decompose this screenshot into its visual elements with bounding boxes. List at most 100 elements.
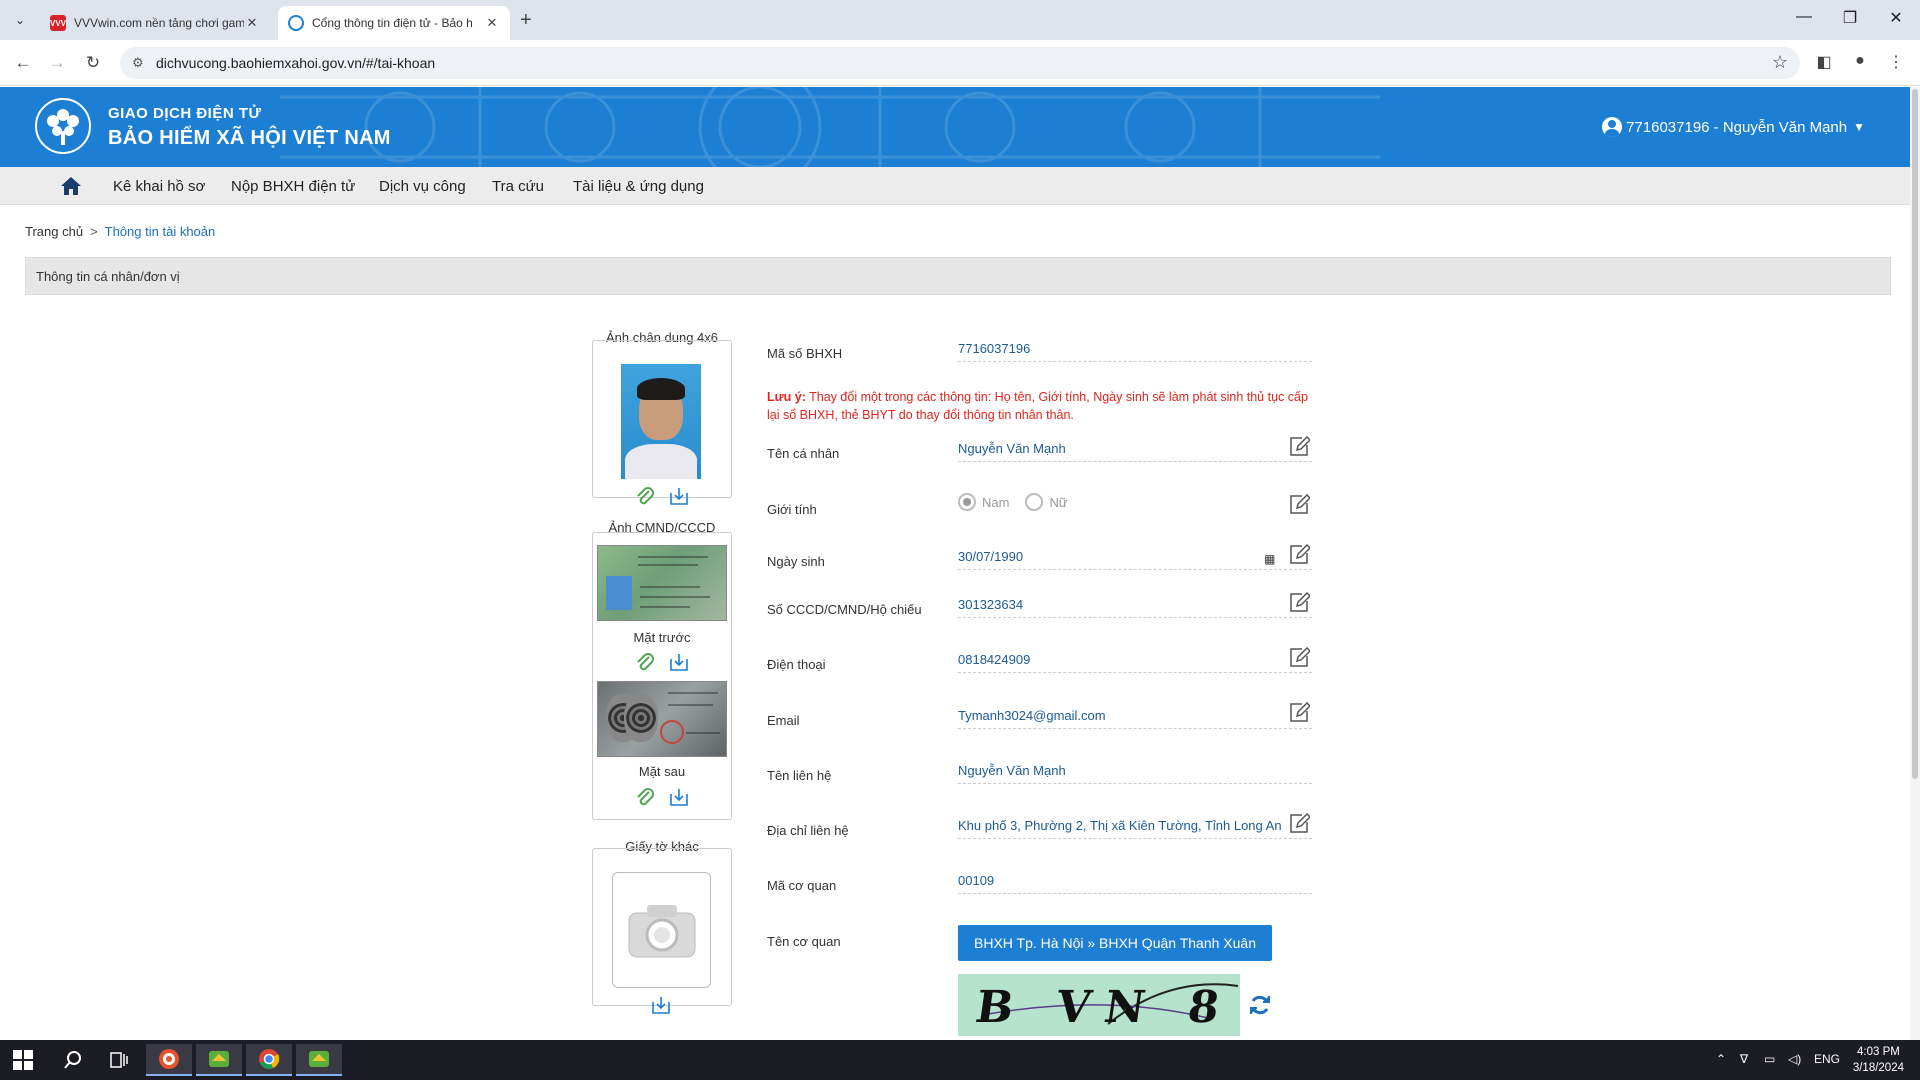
windows-start-icon[interactable] [0, 1044, 46, 1076]
app-green-2-icon[interactable] [296, 1044, 342, 1076]
scrollbar-thumb[interactable] [1912, 89, 1918, 779]
search-icon[interactable] [50, 1044, 96, 1076]
org-name-label: Tên cơ quan [767, 934, 841, 949]
chrome-icon[interactable] [246, 1044, 292, 1076]
attach-paperclip-icon[interactable] [634, 786, 656, 808]
breadcrumb-home-link[interactable]: Trang chủ [25, 224, 83, 239]
bhxh-number-value: 7716037196 [958, 338, 1312, 362]
chevron-down-icon: ▼ [1853, 120, 1865, 134]
back-arrow-icon[interactable]: ← [12, 52, 34, 74]
download-icon[interactable] [668, 651, 690, 673]
calendar-icon[interactable]: ▦ [1264, 552, 1275, 566]
gender-label: Giới tính [767, 502, 817, 517]
side-panel-icon[interactable]: ◧ [1812, 52, 1836, 72]
id-card-front-image [597, 545, 727, 621]
gender-male-label: Nam [982, 494, 1010, 510]
forward-arrow-icon[interactable]: → [46, 52, 68, 74]
browser-address-bar: ← → ↻ ⚙ dichvucong.baohiemxahoi.gov.vn/#… [0, 40, 1920, 86]
system-clock[interactable]: 4:03 PM 3/18/2024 [1853, 1044, 1904, 1076]
site-info-icon[interactable]: ⚙ [132, 55, 144, 71]
restore-window-icon[interactable]: ❐ [1830, 8, 1870, 28]
attach-paperclip-icon[interactable] [634, 485, 656, 507]
tray-app-icon[interactable]: ∇ [1740, 1052, 1748, 1066]
portrait-photo [621, 364, 701, 479]
contact-name-field[interactable]: Nguyễn Văn Mạnh [958, 760, 1312, 784]
main-navigation: Kê khai hồ sơ Nộp BHXH điện tử Dịch vụ c… [0, 167, 1920, 205]
drum-pattern-decoration [280, 87, 1380, 167]
phone-field[interactable]: 0818424909 [958, 649, 1312, 673]
edit-id-icon[interactable] [1288, 592, 1310, 614]
attach-paperclip-icon[interactable] [634, 651, 656, 673]
breadcrumb: Trang chủ > Thông tin tài khoản [25, 224, 215, 239]
browser-tab-bhxh[interactable]: Cổng thông tin điện tử - Bảo h ✕ [278, 6, 510, 40]
warning-note: Lưu ý: Thay đổi một trong các thông tin:… [767, 388, 1312, 424]
refresh-captcha-icon[interactable] [1248, 993, 1272, 1017]
email-label: Email [767, 713, 800, 728]
edit-dob-icon[interactable] [1288, 544, 1310, 566]
tray-expand-icon[interactable]: ⌃ [1716, 1052, 1726, 1066]
captcha-image: B VN 8 [958, 974, 1240, 1036]
download-icon[interactable] [668, 786, 690, 808]
nav-tra-cuu[interactable]: Tra cứu [492, 178, 544, 195]
address-field[interactable]: Khu phố 3, Phường 2, Thị xã Kiên Tường, … [958, 815, 1312, 839]
breadcrumb-current[interactable]: Thông tin tài khoản [105, 224, 216, 239]
nav-tai-lieu-ung-dung[interactable]: Tài liệu & ứng dụng [573, 178, 704, 195]
close-tab-icon[interactable]: ✕ [244, 15, 260, 31]
nav-dich-vu-cong[interactable]: Dịch vụ công [379, 178, 466, 195]
url-input[interactable]: ⚙ dichvucong.baohiemxahoi.gov.vn/#/tai-k… [120, 47, 1800, 79]
phone-label: Điện thoại [767, 657, 826, 672]
tab-title: VVVwin.com nền tảng chơi gam [74, 16, 244, 30]
language-indicator[interactable]: ENG [1814, 1052, 1840, 1066]
site-header: GIAO DỊCH ĐIỆN TỬ BẢO HIỂM XÃ HỘI VIỆT N… [0, 87, 1920, 167]
edit-address-icon[interactable] [1288, 813, 1310, 835]
menu-kebab-icon[interactable]: ⋮ [1884, 52, 1908, 72]
id-number-field[interactable]: 301323634 [958, 594, 1312, 618]
edit-email-icon[interactable] [1288, 702, 1310, 724]
edit-phone-icon[interactable] [1288, 647, 1310, 669]
task-view-icon[interactable] [96, 1044, 142, 1076]
coccoc-browser-icon[interactable] [146, 1044, 192, 1076]
nav-ke-khai-ho-so[interactable]: Kê khai hồ sơ [113, 178, 205, 195]
email-field[interactable]: Tymanh3024@gmail.com [958, 705, 1312, 729]
user-account-label: 7716037196 - Nguyễn Văn Mạnh [1626, 118, 1848, 136]
reload-icon[interactable]: ↻ [82, 52, 104, 74]
org-code-value: 00109 [958, 870, 1312, 894]
gender-radio-group: Nam Nữ [958, 493, 1068, 511]
user-avatar-icon [1602, 117, 1623, 137]
id-back-label: Mặt sau [638, 764, 686, 779]
app-green-icon[interactable] [196, 1044, 242, 1076]
bhxh-favicon-icon [288, 15, 304, 31]
minimize-window-icon[interactable]: — [1784, 8, 1824, 26]
close-window-icon[interactable]: ✕ [1876, 8, 1916, 28]
network-icon[interactable]: ▭ [1764, 1052, 1775, 1066]
user-account-menu[interactable]: 7716037196 - Nguyễn Văn Mạnh ▼ [1602, 117, 1865, 137]
nav-nop-bhxh-dien-tu[interactable]: Nộp BHXH điện tử [231, 178, 355, 195]
tab-title: Cổng thông tin điện tử - Bảo h [312, 16, 473, 30]
volume-icon[interactable]: ◁) [1788, 1052, 1801, 1066]
full-name-field[interactable]: Nguyễn Văn Mạnh [958, 438, 1312, 462]
edit-name-icon[interactable] [1288, 436, 1310, 458]
page-scrollbar[interactable] [1910, 87, 1920, 1040]
edit-gender-icon[interactable] [1288, 494, 1310, 516]
full-name-label: Tên cá nhân [767, 446, 840, 461]
bookmark-star-icon[interactable]: ☆ [1772, 52, 1788, 73]
vvvwin-favicon-icon: VVV [50, 15, 66, 31]
gender-male-radio[interactable] [958, 493, 976, 511]
download-icon[interactable] [650, 994, 672, 1016]
org-code-label: Mã cơ quan [767, 878, 837, 893]
other-docs-upload-box[interactable] [612, 872, 711, 988]
browser-tab-vvvwin[interactable]: VVV VVVwin.com nền tảng chơi gam ✕ [40, 6, 270, 40]
brand-line-2: BẢO HIỂM XÃ HỘI VIỆT NAM [108, 127, 391, 149]
gender-female-radio[interactable] [1025, 493, 1044, 511]
dob-field[interactable]: 30/07/1990 [958, 546, 1312, 570]
captcha-text: B VN 8 [972, 982, 1237, 1033]
profile-icon[interactable]: ● [1848, 52, 1872, 70]
id-back-actions [634, 786, 690, 808]
portrait-actions [634, 485, 690, 507]
close-tab-icon[interactable]: ✕ [484, 15, 500, 31]
download-icon[interactable] [668, 485, 690, 507]
new-tab-plus-icon[interactable]: + [520, 10, 532, 30]
tab-list-chevron-icon[interactable]: ⌄ [10, 10, 30, 30]
org-name-button[interactable]: BHXH Tp. Hà Nội » BHXH Quận Thanh Xuân [958, 925, 1272, 961]
home-icon[interactable] [60, 176, 82, 196]
